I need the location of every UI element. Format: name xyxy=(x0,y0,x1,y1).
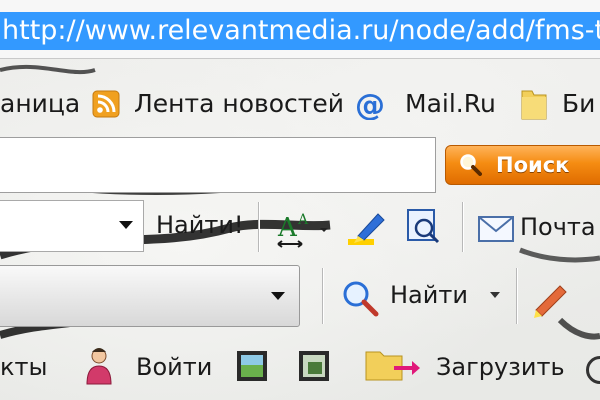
folder-upload-icon[interactable] xyxy=(364,346,424,386)
pencil-icon[interactable] xyxy=(530,278,574,318)
rss-feed-icon xyxy=(92,90,120,118)
upload-link[interactable]: Загрузить xyxy=(436,352,565,382)
address-bar[interactable]: http://www.relevantmedia.ru/node/add/fms… xyxy=(0,0,600,59)
toolbar-3: кты Войти Загрузить xyxy=(0,340,600,392)
chevron-down-icon[interactable] xyxy=(490,292,500,298)
folder-icon xyxy=(521,90,547,120)
envelope-icon[interactable] xyxy=(478,216,514,242)
chevron-down-icon[interactable] xyxy=(271,292,285,300)
toolbar1-dropdown[interactable] xyxy=(0,200,144,252)
login-link[interactable]: Войти xyxy=(136,352,212,382)
more-icon[interactable] xyxy=(586,356,600,384)
toolbar2-dropdown[interactable] xyxy=(0,265,300,327)
contacts-link[interactable]: кты xyxy=(0,352,47,382)
magnifier-icon[interactable] xyxy=(340,278,380,318)
bookmark-start-page[interactable]: аница xyxy=(0,87,80,121)
find-button[interactable]: Найти! xyxy=(156,210,244,240)
search-button-label: Поиск xyxy=(496,153,570,177)
bookmark-label: Лента новостей xyxy=(134,89,344,118)
image-icon[interactable] xyxy=(236,350,268,382)
bookmarks-bar: аница Лента новостей @ Mail.Ru Би xyxy=(0,75,600,133)
toolbar-2: Найти xyxy=(0,262,600,328)
user-icon[interactable] xyxy=(84,346,114,386)
svg-text:A: A xyxy=(297,212,309,228)
separator xyxy=(516,268,517,324)
highlighter-icon[interactable] xyxy=(344,206,388,248)
svg-text:@: @ xyxy=(355,90,385,120)
separator xyxy=(462,202,463,252)
svg-text:A: A xyxy=(277,213,298,243)
address-url[interactable]: http://www.relevantmedia.ru/node/add/fms… xyxy=(0,12,600,50)
image-frame-icon[interactable] xyxy=(298,350,330,382)
chevron-down-icon[interactable] xyxy=(119,221,133,229)
separator xyxy=(322,268,323,324)
find-button[interactable]: Найти xyxy=(390,280,468,310)
mail-link[interactable]: Почта xyxy=(520,212,596,242)
at-sign-icon: @ xyxy=(355,90,385,120)
font-size-icon[interactable]: A A xyxy=(276,206,334,248)
bookmark-label: Mail.Ru xyxy=(405,89,496,118)
toolbar-1: Найти! A A Почта xyxy=(0,200,600,256)
separator xyxy=(258,202,259,252)
bookmark-label: Би xyxy=(562,89,596,118)
magnifier-icon xyxy=(460,154,482,176)
search-button[interactable]: Поиск xyxy=(445,145,600,185)
search-input[interactable] xyxy=(0,137,436,193)
bookmark-label: аница xyxy=(0,89,81,118)
page-zoom-icon[interactable] xyxy=(404,206,444,248)
